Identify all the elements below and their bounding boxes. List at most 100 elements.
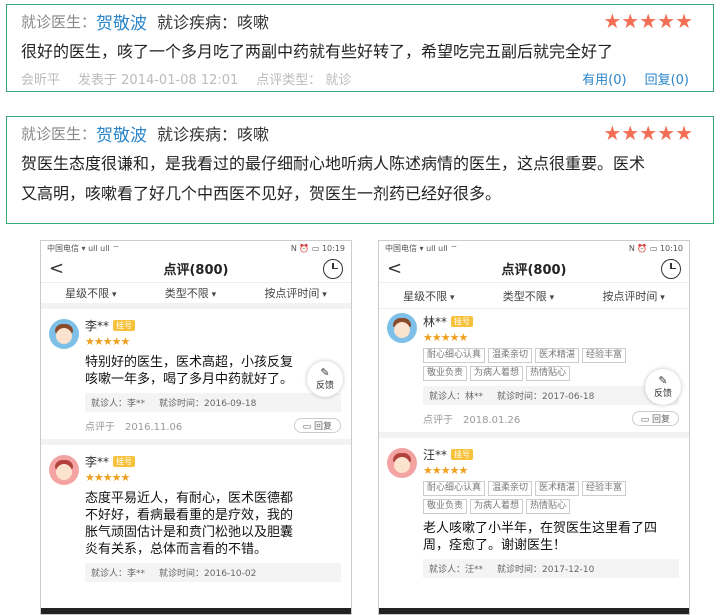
review-date: 发表于 2014-01-08 12:01 (78, 73, 239, 88)
status-time: N ⏰ ▭ 10:10 (628, 243, 683, 253)
reply-button[interactable]: ▭ 回复 (293, 418, 341, 433)
tag: 温柔亲切 (488, 481, 533, 496)
filter-sort-time[interactable]: 按点评时间 (264, 285, 326, 301)
bottom-bar (41, 608, 351, 614)
reply-button[interactable]: ▭ 回复 (631, 411, 679, 426)
avatar (387, 313, 417, 343)
doctor-name-link[interactable]: 贺敬波 (96, 121, 147, 146)
page-title: 点评(800) (501, 263, 567, 278)
list-item: 李** 挂号 ★★★★★ 特别好的医生，医术高超，小孩反复咳嗽一年多，喝了多月中… (41, 309, 351, 445)
reviewer-name: 汪** (423, 448, 448, 462)
review-footer: 点评于 2016.11.06 ▭ 回复 (85, 418, 341, 433)
rating-stars: ★★★★★ (85, 335, 130, 348)
review-meta: 会昕平 发表于 2014-01-08 12:01 点评类型： 就诊 有用(0) … (7, 69, 713, 89)
feedback-button[interactable]: ✎ 反馈 (645, 369, 681, 405)
avatar (387, 448, 417, 478)
visitor: 就诊人：李** (91, 399, 146, 409)
visit-info: 就诊人：李** 就诊时间：2016-10-02 (85, 563, 341, 582)
avatar (49, 319, 79, 349)
visitor: 就诊人：李** (91, 569, 146, 579)
doctor-label: 就诊医生： (21, 12, 97, 31)
carrier-signal: 中国电信 ▾ ull ull ⌔ (47, 243, 120, 253)
tag: 温柔亲切 (488, 348, 533, 363)
rating-stars: ★★★★★ (85, 471, 130, 484)
visit-time: 就诊时间：2017-06-18 (497, 392, 595, 402)
tag: 医术精湛 (535, 481, 580, 496)
phone-screenshot-2: 中国电信 ▾ ull ull ⌔ N ⏰ ▭ 10:10 < 点评(800) 星… (378, 240, 690, 615)
reviewer-name: 李** (85, 455, 110, 469)
page-title: 点评(800) (163, 263, 229, 278)
status-bar: 中国电信 ▾ ull ull ⌔ N ⏰ ▭ 10:10 (379, 241, 689, 255)
visit-info: 就诊人：李** 就诊时间：2016-09-18 (85, 393, 341, 412)
clock-icon[interactable] (323, 258, 343, 279)
review-card-header: 就诊医生： 贺敬波 就诊疾病：咳嗽 ★★★★★ (7, 5, 713, 37)
feedback-button[interactable]: ✎ 反馈 (307, 361, 343, 397)
tag: 敬业负责 (423, 366, 468, 381)
review-card-1: 就诊医生： 贺敬波 就诊疾病：咳嗽 ★★★★★ 很好的医生，咳了一个多月吃了两副… (6, 4, 714, 92)
visit-time: 就诊时间：2017-12-10 (497, 565, 595, 575)
filter-star-level[interactable]: 星级不限 (65, 285, 116, 301)
reviewer-name: 李** (85, 319, 110, 333)
tag: 医术精湛 (535, 348, 580, 363)
bottom-bar (379, 608, 689, 614)
tag-list: 耐心细心认真 温柔亲切 医术精湛 经验丰富 敬业负责 为病人着想 热情贴心 (423, 348, 679, 381)
review-card-header: 就诊医生： 贺敬波 就诊疾病：咳嗽 ★★★★★ (7, 117, 713, 149)
clock-icon[interactable] (661, 258, 681, 279)
reviewer-row: 李** 挂号 (85, 317, 341, 334)
tag: 热情贴心 (526, 366, 571, 381)
registration-badge: 挂号 (451, 449, 474, 460)
filter-type[interactable]: 类型不限 (165, 285, 216, 301)
doctor-label: 就诊医生： (21, 124, 97, 143)
status-time: N ⏰ ▭ 10:19 (290, 243, 345, 253)
registration-badge: 挂号 (451, 316, 474, 327)
visit-info: 就诊人：汪** 就诊时间：2017-12-10 (423, 559, 679, 578)
back-button[interactable]: < (49, 258, 69, 279)
doctor-name-link[interactable]: 贺敬波 (96, 9, 147, 34)
feedback-label: 反馈 (315, 381, 334, 391)
feedback-label: 反馈 (653, 389, 672, 399)
review-text: 老人咳嗽了小半年，在贺医生这里看了四周，痊愈了。谢谢医生！ (423, 521, 658, 553)
filter-type[interactable]: 类型不限 (503, 288, 554, 304)
tag: 经验丰富 (582, 348, 627, 363)
registration-badge: 挂号 (113, 320, 136, 331)
disease-label: 就诊疾病：咳嗽 (157, 13, 270, 32)
review-card-2: 就诊医生： 贺敬波 就诊疾病：咳嗽 ★★★★★ 贺医生态度很谦和，是我看过的最仔… (6, 116, 714, 224)
review-content-line-1: 贺医生态度很谦和，是我看过的最仔细耐心地听病人陈述病情的医生，这点很重要。医术 (21, 154, 646, 173)
nav-bar: < 点评(800) (379, 255, 689, 283)
review-text: 态度平易近人，有耐心，医术医德都不好好，看病最看重的是疗效，我的胀气顽固估计是和… (85, 491, 294, 557)
reply-label: 回复 (651, 415, 670, 425)
reply-label: 回复 (313, 422, 332, 432)
list-item: 林** 挂号 ★★★★★ 耐心细心认真 温柔亲切 医术精湛 经验丰富 敬业负责 … (379, 309, 689, 438)
reply-button[interactable]: 回复(0) (645, 69, 689, 89)
tag: 耐心细心认真 (423, 481, 486, 496)
review-date: 点评于 2018.01.26 (423, 415, 521, 426)
list-item: 汪** 挂号 ★★★★★ 耐心细心认真 温柔亲切 医术精湛 经验丰富 敬业负责 … (379, 438, 689, 584)
filter-sort-time[interactable]: 按点评时间 (602, 288, 664, 304)
tag: 为病人着想 (470, 499, 524, 514)
registration-badge: 挂号 (113, 456, 136, 467)
edit-icon: ✎ (658, 374, 668, 387)
nav-bar: < 点评(800) (41, 255, 351, 283)
review-footer: 点评于 2018.01.26 ▭ 回复 (423, 411, 679, 426)
reviewer-row: 李** 挂号 (85, 453, 341, 470)
list-item: 李** 挂号 ★★★★★ 态度平易近人，有耐心，医术医德都不好好，看病最看重的是… (41, 445, 351, 588)
carrier-signal: 中国电信 ▾ ull ull ⌔ (385, 243, 458, 253)
useful-button[interactable]: 有用(0) (582, 69, 626, 89)
back-button[interactable]: < (387, 258, 407, 279)
reviewer-name: 林** (423, 315, 448, 329)
status-bar: 中国电信 ▾ ull ull ⌔ N ⏰ ▭ 10:19 (41, 241, 351, 255)
tag: 敬业负责 (423, 499, 468, 514)
review-content-line-2: 又高明，咳嗽看了好几个中西医不见好，贺医生一剂药已经好很多。 (21, 184, 502, 203)
rating-stars: ★★★★★ (423, 331, 468, 344)
reviewer-row: 林** 挂号 (423, 313, 679, 330)
visit-time: 就诊时间：2016-09-18 (159, 399, 257, 409)
review-type: 点评类型： 就诊 (256, 73, 352, 88)
tag: 耐心细心认真 (423, 348, 486, 363)
review-content: 很好的医生，咳了一个多月吃了两副中药就有些好转了，希望吃完五副后就完全好了 (21, 42, 614, 61)
phone-screenshot-1: 中国电信 ▾ ull ull ⌔ N ⏰ ▭ 10:19 < 点评(800) 星… (40, 240, 352, 615)
filter-bar: 星级不限 类型不限 按点评时间 (379, 283, 689, 309)
filter-star-level[interactable]: 星级不限 (403, 288, 454, 304)
visit-info: 就诊人：林** 就诊时间：2017-06-18 (423, 386, 679, 405)
rating-stars: ★★★★★ (603, 121, 693, 145)
reviewer-row: 汪** 挂号 (423, 446, 679, 463)
